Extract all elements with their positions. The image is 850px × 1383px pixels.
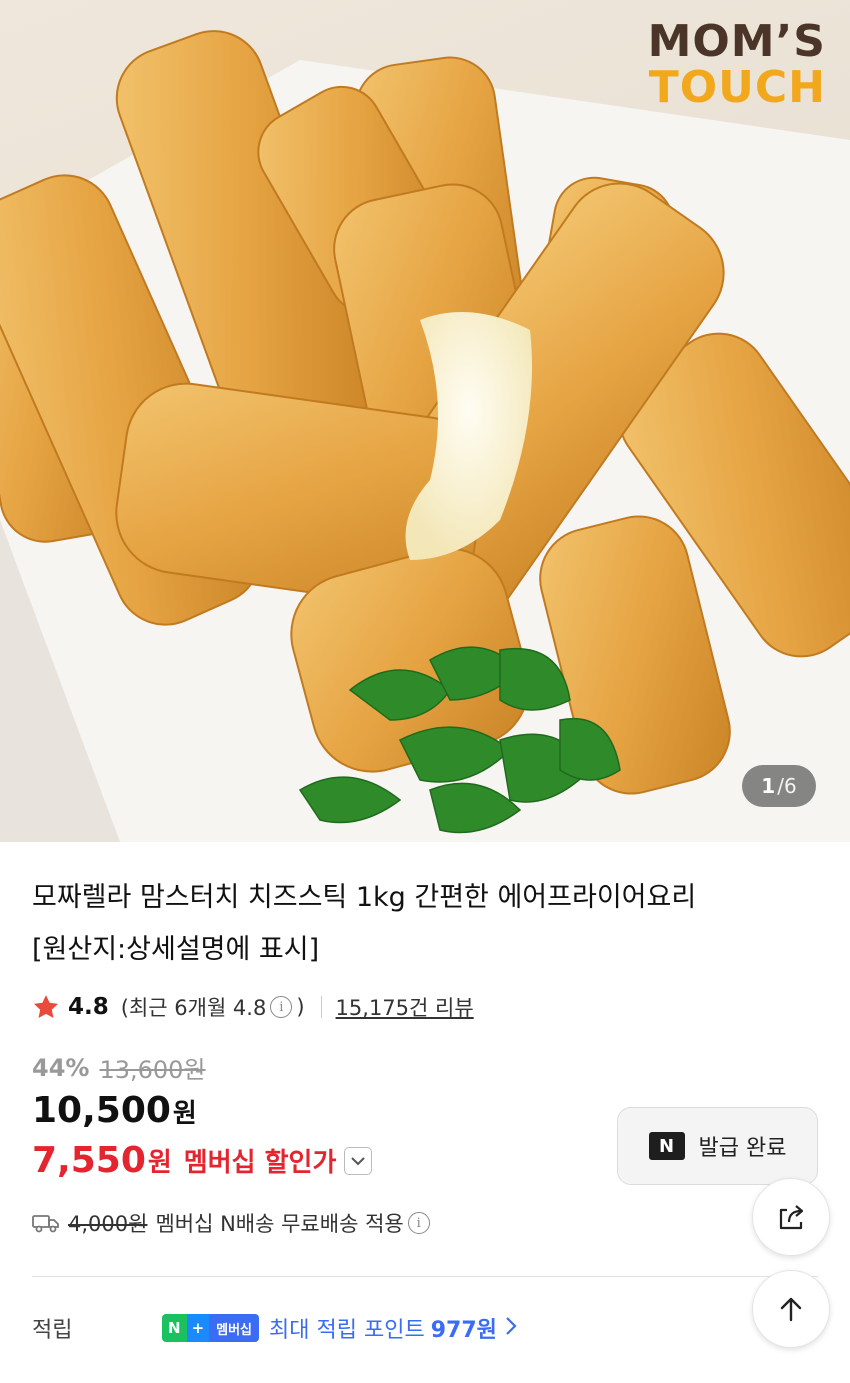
arrow-up-icon — [780, 1297, 802, 1322]
image-counter-total: /6 — [777, 774, 797, 798]
naver-membership-badge: N + 멤버십 — [162, 1314, 260, 1342]
section-divider — [32, 1276, 818, 1277]
rating-row: 4.8 (최근 6개월 4.8 i ) 15,175건 리뷰 — [32, 990, 474, 1024]
sale-price-unit: 원 — [172, 1099, 197, 1129]
chevron-right-icon[interactable] — [505, 1314, 517, 1342]
share-icon — [779, 1205, 804, 1230]
discount-row: 44% 13,600원 — [32, 1050, 206, 1085]
points-value: 977원 — [430, 1318, 497, 1343]
recent-rating-close: ) — [296, 995, 305, 1019]
sale-price: 10,500 원 — [32, 1090, 197, 1131]
product-title-line1: 모짜렐라 맘스터치 치즈스틱 1kg 간편한 에어프라이어요리 — [32, 882, 697, 913]
star-icon — [33, 995, 59, 1018]
recent-rating: (최근 6개월 4.8 i ) — [121, 992, 305, 1022]
shipping-text: 멤버십 N배송 무료배송 적용 — [155, 1212, 404, 1236]
cheese-sticks-photo — [0, 30, 850, 842]
coupon-issued-button[interactable]: N 발급 완료 — [617, 1107, 818, 1185]
product-title: 모짜렐라 맘스터치 치즈스틱 1kg 간편한 에어프라이어요리 [원산지:상세설… — [32, 872, 792, 976]
product-title-line2: [원산지:상세설명에 표시] — [32, 934, 320, 965]
badge-n: N — [162, 1314, 187, 1342]
brand-logo-line1: MOM’S — [647, 16, 826, 67]
member-price-label: 멤버십 할인가 — [183, 1148, 337, 1178]
original-price: 13,600원 — [99, 1056, 206, 1084]
truck-icon — [32, 1215, 59, 1233]
chevron-down-icon[interactable] — [344, 1146, 373, 1175]
scroll-to-top-button[interactable] — [752, 1270, 830, 1348]
product-image[interactable]: MOM’S TOUCH 1 /6 — [0, 0, 850, 842]
brand-logo-line2: TOUCH — [648, 62, 826, 113]
image-counter: 1 /6 — [742, 765, 816, 807]
divider — [320, 996, 322, 1018]
points-label: 적립 — [32, 1318, 73, 1343]
member-price-unit: 원 — [147, 1148, 172, 1178]
info-icon[interactable]: i — [270, 996, 293, 1018]
review-count-link[interactable]: 15,175건 리뷰 — [336, 992, 474, 1022]
shipping-row: 4,000원 멤버십 N배송 무료배송 적용 i — [32, 1208, 434, 1238]
coupon-label: 발급 완료 — [698, 1136, 787, 1161]
info-icon[interactable]: i — [407, 1212, 430, 1234]
discount-rate: 44% — [32, 1053, 90, 1082]
badge-plus: + — [186, 1314, 210, 1342]
brand-logo: MOM’S TOUCH — [648, 20, 826, 110]
sale-price-value: 10,500 — [32, 1090, 171, 1131]
share-button[interactable] — [752, 1178, 830, 1256]
points-text: 최대 적립 포인트 — [269, 1318, 425, 1343]
member-price[interactable]: 7,550 원 멤버십 할인가 — [32, 1140, 373, 1181]
points-row[interactable]: 적립 N + 멤버십 최대 적립 포인트 977원 — [32, 1312, 517, 1344]
rating-score: 4.8 — [68, 994, 109, 1020]
badge-membership: 멤버십 — [209, 1314, 260, 1342]
original-shipping-fee: 4,000원 — [68, 1212, 148, 1236]
image-counter-current: 1 — [761, 774, 776, 798]
naver-n-icon: N — [648, 1132, 685, 1160]
member-price-value: 7,550 — [32, 1140, 146, 1181]
recent-rating-text: (최근 6개월 4.8 — [120, 996, 267, 1020]
